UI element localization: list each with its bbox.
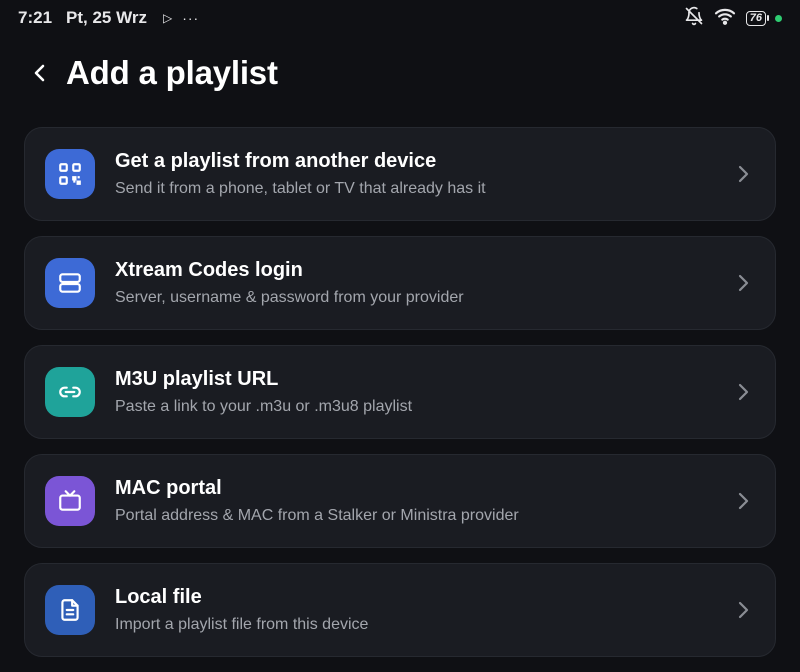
battery-icon: 76 (745, 10, 782, 26)
status-date: Pt, 25 Wrz (66, 8, 147, 27)
header: Add a playlist (0, 50, 800, 96)
option-title: Local file (115, 586, 202, 608)
option-xtream-codes[interactable]: Xtream Codes login Server, username & pa… (24, 236, 776, 330)
option-icon-bg (45, 585, 95, 635)
link-icon (59, 386, 81, 398)
option-icon-bg (45, 258, 95, 308)
options-list: Get a playlist from another device Send … (24, 127, 776, 672)
option-icon-bg (45, 149, 95, 199)
tv-icon (59, 490, 81, 511)
charging-dot (775, 14, 782, 22)
battery-level: 76 (745, 10, 766, 26)
wifi-icon (714, 7, 736, 30)
bell-off-icon (684, 6, 704, 31)
status-time: 7:21 (18, 8, 53, 27)
play-icon: ▷ (162, 11, 173, 25)
option-subtitle: Paste a link to your .m3u or .m3u8 playl… (115, 398, 413, 415)
option-title: Get a playlist from another device (115, 150, 437, 172)
back-button[interactable] (20, 53, 60, 93)
option-subtitle: Send it from a phone, tablet or TV that … (115, 180, 486, 197)
chevron-left-icon (34, 64, 45, 82)
option-subtitle: Server, username & password from your pr… (115, 289, 464, 306)
option-title: Xtream Codes login (115, 259, 303, 281)
option-local-file[interactable]: Local file Import a playlist file from t… (24, 563, 776, 657)
chevron-right-icon (735, 164, 751, 184)
chevron-right-icon (735, 600, 751, 620)
chevron-right-icon (735, 382, 751, 402)
status-bar: 7:21 Pt, 25 Wrz ▷ ··· 76 (0, 0, 800, 36)
more-dots-icon: ··· (182, 10, 200, 26)
server-icon (59, 273, 81, 293)
option-icon-bg (45, 476, 95, 526)
option-icon-bg (45, 367, 95, 417)
chevron-right-icon (735, 491, 751, 511)
file-icon (61, 599, 79, 621)
option-another-device[interactable]: Get a playlist from another device Send … (24, 127, 776, 221)
option-title: MAC portal (115, 477, 222, 499)
option-subtitle: Portal address & MAC from a Stalker or M… (115, 507, 519, 524)
option-mac-portal[interactable]: MAC portal Portal address & MAC from a S… (24, 454, 776, 548)
option-title: M3U playlist URL (115, 368, 279, 390)
chevron-right-icon (735, 273, 751, 293)
qr-code-icon (59, 163, 81, 185)
option-subtitle: Import a playlist file from this device (115, 616, 369, 633)
page-title: Add a playlist (66, 54, 278, 91)
option-m3u-url[interactable]: M3U playlist URL Paste a link to your .m… (24, 345, 776, 439)
